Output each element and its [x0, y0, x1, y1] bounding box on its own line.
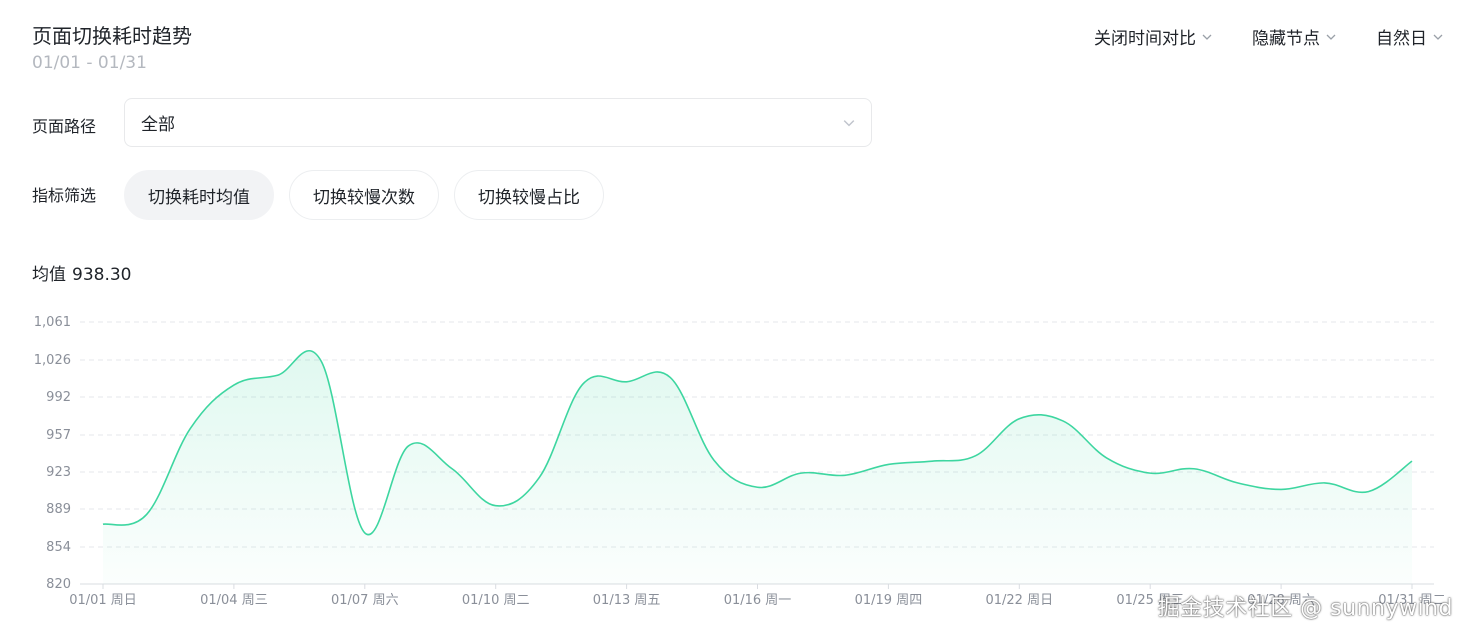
x-tick-label: 01/16 周一: [724, 593, 792, 608]
path-select-value: 全部: [141, 115, 175, 135]
hide-nodes-label: 隐藏节点: [1252, 29, 1320, 49]
y-tick-label: 992: [46, 390, 71, 405]
page-title: 页面切换耗时趋势: [32, 24, 192, 48]
data-point: [1410, 459, 1414, 463]
chevron-down-icon: [1433, 34, 1443, 40]
data-point: [1192, 467, 1196, 471]
granularity-dropdown[interactable]: 自然日: [1376, 24, 1443, 49]
y-tick-label: 923: [46, 465, 71, 480]
chevron-down-icon: [843, 119, 855, 126]
x-tick-label: 01/01 周日: [69, 593, 137, 608]
data-point: [101, 522, 105, 526]
chevron-down-icon: [1326, 34, 1336, 40]
x-tick-label: 01/13 周五: [593, 593, 661, 608]
data-point: [1366, 490, 1370, 494]
data-point: [188, 427, 192, 431]
date-range: 01/01 - 01/31: [32, 53, 147, 73]
data-point: [319, 359, 323, 363]
data-point: [450, 467, 454, 471]
data-point: [712, 458, 716, 462]
data-point: [756, 485, 760, 489]
hide-nodes-dropdown[interactable]: 隐藏节点: [1252, 24, 1336, 49]
average-value: 938.30: [72, 265, 132, 285]
data-point: [668, 375, 672, 379]
metric-slow-count-pill[interactable]: 切换较慢次数: [289, 170, 439, 220]
time-compare-dropdown[interactable]: 关闭时间对比: [1094, 24, 1212, 49]
data-point: [494, 504, 498, 508]
x-tick-label: 01/19 周四: [855, 593, 923, 608]
data-point: [406, 444, 410, 448]
data-point: [886, 462, 890, 466]
data-point: [1235, 481, 1239, 485]
y-tick-label: 820: [46, 577, 71, 592]
average-label: 均值: [32, 265, 66, 285]
data-point: [537, 475, 541, 479]
data-point: [625, 380, 629, 384]
time-compare-label: 关闭时间对比: [1094, 29, 1196, 49]
average-summary: 均值 938.30: [32, 260, 131, 285]
data-point: [232, 383, 236, 387]
y-tick-label: 1,061: [34, 315, 71, 330]
data-point: [1105, 456, 1109, 460]
y-tick-label: 889: [46, 502, 71, 517]
data-point: [363, 531, 367, 535]
data-point: [930, 459, 934, 463]
data-point: [1061, 419, 1065, 423]
data-point: [974, 454, 978, 458]
x-tick-label: 01/07 周六: [331, 593, 399, 608]
chevron-down-icon: [1202, 34, 1212, 40]
metric-filter-group: 切换耗时均值 切换较慢次数 切换较慢占比: [124, 170, 604, 220]
data-point: [843, 473, 847, 477]
watermark: 掘金技术社区 @ sunnywind: [1157, 596, 1453, 621]
trend-chart: 1,061 1,026 992 957 923 889 854 82001/01 周日 01/0…: [34, 315, 1446, 608]
metric-avg-duration-pill[interactable]: 切换耗时均值: [124, 170, 274, 220]
data-point: [1017, 417, 1021, 421]
data-point: [145, 512, 149, 516]
top-controls: 关闭时间对比 隐藏节点 自然日: [1094, 24, 1443, 49]
y-tick-label: 854: [46, 540, 71, 555]
series-area: [103, 350, 1412, 584]
data-point: [1279, 487, 1283, 491]
x-tick-label: 01/10 周二: [462, 593, 530, 608]
data-point: [276, 373, 280, 377]
y-tick-label: 957: [46, 428, 71, 443]
x-tick-label: 01/22 周日: [985, 593, 1053, 608]
path-label: 页面路径: [32, 117, 97, 136]
x-tick-label: 01/04 周三: [200, 593, 268, 608]
granularity-label: 自然日: [1376, 29, 1427, 49]
metric-slow-ratio-pill[interactable]: 切换较慢占比: [454, 170, 604, 220]
data-point: [581, 382, 585, 386]
data-point: [1148, 471, 1152, 475]
y-tick-label: 1,026: [34, 353, 71, 368]
data-point: [799, 471, 803, 475]
data-point: [1323, 481, 1327, 485]
path-select[interactable]: 全部: [124, 98, 872, 147]
metric-filter-label: 指标筛选: [32, 186, 97, 205]
